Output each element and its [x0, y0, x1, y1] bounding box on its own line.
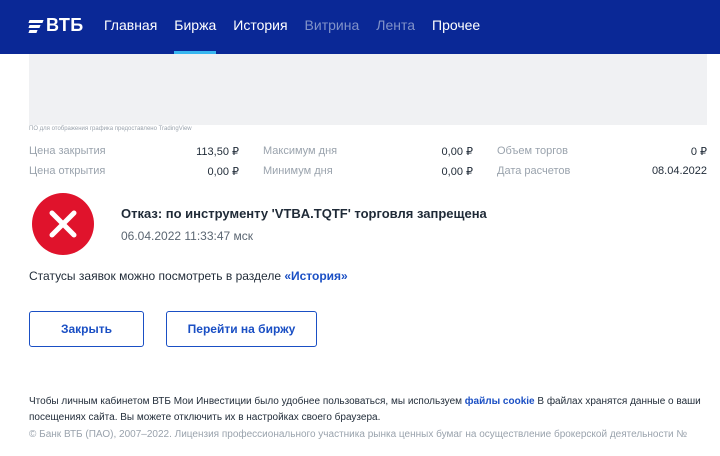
stat-label: Минимум дня: [263, 164, 333, 177]
stat-close-price: Цена закрытия 113,50 ₽: [29, 145, 239, 158]
main-nav: Главная Биржа История Витрина Лента Проч…: [104, 0, 497, 54]
chart-area[interactable]: [29, 54, 707, 125]
stat-value: 0 ₽: [690, 145, 707, 158]
vtb-logo[interactable]: ВТБ: [28, 15, 84, 36]
cookie-text-line2: посещениях сайта. Вы можете отключить их…: [29, 412, 381, 423]
stat-settlement-date: Дата расчетов 08.04.2022: [497, 165, 707, 177]
error-title: Отказ: по инструменту 'VTBA.TQTF' торгов…: [121, 206, 487, 221]
stat-open-price: Цена открытия 0,00 ₽: [29, 165, 239, 178]
nav-item-other[interactable]: Прочее: [432, 0, 480, 54]
cookie-text: Чтобы личным кабинетом ВТБ Мои Инвестици…: [29, 396, 465, 407]
stat-label: Цена закрытия: [29, 144, 106, 157]
vtb-logo-icon: [28, 19, 44, 33]
stat-value: 0,00 ₽: [441, 145, 473, 158]
status-hint-text: Статусы заявок можно посмотреть в раздел…: [29, 269, 285, 283]
error-cross-icon: [32, 193, 94, 255]
nav-item-feed[interactable]: Лента: [376, 0, 415, 54]
stat-label: Максимум дня: [263, 144, 338, 157]
stat-label: Цена открытия: [29, 164, 106, 177]
nav-item-home[interactable]: Главная: [104, 0, 157, 54]
stat-day-max: Максимум дня 0,00 ₽: [263, 145, 473, 158]
history-link[interactable]: «История»: [284, 269, 347, 283]
stat-label: Дата расчетов: [497, 165, 571, 177]
tradingview-note: ПО для отображения графика предоставлено…: [29, 126, 192, 132]
stats-row: Цена открытия 0,00 ₽ Минимум дня 0,00 ₽ …: [29, 161, 707, 181]
stat-value: 08.04.2022: [651, 165, 707, 177]
stat-value: 0,00 ₽: [441, 165, 473, 178]
nav-item-history[interactable]: История: [233, 0, 287, 54]
instrument-stats: Цена закрытия 113,50 ₽ Максимум дня 0,00…: [29, 141, 707, 181]
cookie-text-after: В файлах хранятся данные о ваши: [534, 396, 701, 407]
go-to-exchange-button[interactable]: Перейти на биржу: [166, 311, 317, 347]
status-hint: Статусы заявок можно посмотреть в раздел…: [29, 269, 348, 283]
cookie-link[interactable]: файлы cookie: [465, 396, 535, 407]
copyright: © Банк ВТБ (ПАО), 2007–2022. Лицензия пр…: [29, 429, 688, 440]
stats-row: Цена закрытия 113,50 ₽ Максимум дня 0,00…: [29, 141, 707, 161]
logo-text: ВТБ: [46, 15, 84, 35]
stat-value: 0,00 ₽: [207, 165, 239, 178]
top-header: ВТБ Главная Биржа История Витрина Лента …: [0, 0, 720, 54]
cookie-notice: Чтобы личным кабинетом ВТБ Мои Инвестици…: [29, 394, 720, 426]
nav-item-exchange[interactable]: Биржа: [174, 0, 216, 54]
close-button[interactable]: Закрыть: [29, 311, 144, 347]
stat-volume: Объем торгов 0 ₽: [497, 145, 707, 158]
nav-item-showcase[interactable]: Витрина: [305, 0, 360, 54]
error-timestamp: 06.04.2022 11:33:47 мск: [121, 229, 254, 243]
stat-value: 113,50 ₽: [196, 145, 239, 158]
stat-label: Объем торгов: [497, 144, 568, 157]
stat-day-min: Минимум дня 0,00 ₽: [263, 165, 473, 178]
